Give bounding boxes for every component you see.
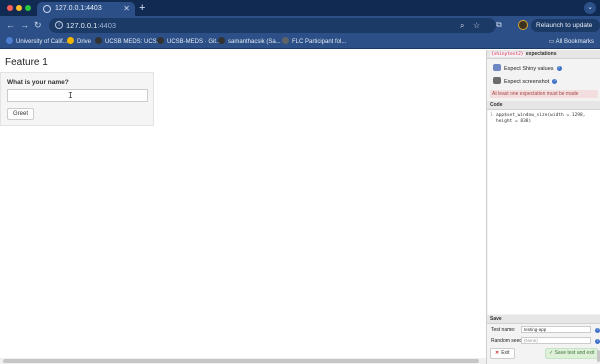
horizontal-scrollbar[interactable] <box>0 358 486 364</box>
expect-values-button[interactable]: Expect Shiny values? <box>493 64 562 74</box>
new-tab-button[interactable]: + <box>139 0 145 16</box>
tab-close-icon[interactable]: ✕ <box>123 2 130 16</box>
help-icon[interactable]: ? <box>556 66 562 71</box>
bookmark-label: UCSB MEDS: UCS... <box>105 39 162 45</box>
folder-icon: ▭ <box>548 39 556 45</box>
test-name-row: Test name: testing-app ? <box>491 326 600 335</box>
test-name-label: Test name: <box>491 327 516 333</box>
random-seed-label: Random seed: <box>491 338 524 344</box>
bookmark-label: University of Calif... <box>16 39 68 45</box>
page-title: Feature 1 <box>5 57 48 68</box>
name-label: What is your name? <box>7 79 69 86</box>
reload-icon[interactable]: ↻ <box>34 19 42 31</box>
all-bookmarks-button[interactable]: ▭ All Bookmarks <box>549 35 594 49</box>
minimize-window-button[interactable] <box>16 5 22 11</box>
github-favicon-icon <box>95 37 102 44</box>
maximize-window-button[interactable] <box>25 5 31 11</box>
close-icon: ✕ <box>495 350 500 356</box>
code-editor[interactable]: 1 app$set_window_size(width = 1298, heig… <box>488 110 600 314</box>
tab-search-chevron-icon[interactable]: ⌄ <box>584 2 596 14</box>
expect-values-label: Expect Shiny values <box>504 66 554 72</box>
zoom-search-icon[interactable]: ⌕ <box>460 18 464 33</box>
back-arrow-icon[interactable]: ← <box>6 19 15 31</box>
help-icon[interactable]: ? <box>595 328 600 333</box>
bookmark-item[interactable]: FLC Participant fol... <box>282 35 346 49</box>
folder-icon <box>282 37 289 44</box>
help-icon[interactable]: ? <box>552 79 558 84</box>
profile-avatar[interactable] <box>518 20 528 30</box>
url-text[interactable]: 127.0.0.1:4403 <box>66 18 116 33</box>
relaunch-update-button[interactable]: Relaunch to update ⋮ <box>531 19 600 42</box>
exit-label: Exit <box>501 350 510 356</box>
bookmark-item[interactable]: University of Calif... <box>6 35 68 49</box>
save-header: Save <box>487 315 600 324</box>
expectations-header-label: expectations <box>525 51 557 57</box>
bookmark-star-icon[interactable]: ☆ <box>473 18 480 33</box>
values-icon <box>493 64 501 71</box>
bookmark-item[interactable]: UCSB-MEDS · Git... <box>157 35 221 49</box>
save-exit-label: Save test and exit <box>554 350 595 356</box>
input-panel: What is your name? I Greet <box>0 72 154 126</box>
relaunch-label: Relaunch to update <box>536 22 593 29</box>
university-favicon-icon <box>6 37 13 44</box>
expectations-header: {shinytest2} expectations <box>487 50 600 59</box>
bookmark-label: Drive <box>77 39 92 45</box>
code-line-number: 1 <box>490 113 493 118</box>
bookmarks-bar: University of Calif... Drive UCSB MEDS: … <box>0 35 600 49</box>
browser-tab-bar: 127.0.0.1:4403 ✕ + ⌄ <box>0 0 600 16</box>
github-favicon-icon <box>157 37 164 44</box>
all-bookmarks-label: All Bookmarks <box>555 39 594 45</box>
exit-button[interactable]: ✕ Exit <box>490 348 515 359</box>
bookmark-label: samanthacsik (Sa... <box>228 39 281 45</box>
bookmark-item[interactable]: UCSB MEDS: UCS... <box>95 35 162 49</box>
package-tag: {shinytest2} <box>490 52 525 57</box>
browser-toolbar: ← → ↻ i 127.0.0.1:4403 ⌕ ☆ ⧉ Relaunch to… <box>0 16 600 42</box>
scrollbar-thumb[interactable] <box>3 359 479 363</box>
greet-button[interactable]: Greet <box>7 108 35 120</box>
text-cursor-icon: I <box>68 91 73 100</box>
bookmark-label: FLC Participant fol... <box>292 39 347 45</box>
expectation-warning: At least one expectation must be made <box>490 90 598 98</box>
browser-tab[interactable]: 127.0.0.1:4403 ✕ <box>37 2 135 16</box>
save-test-exit-button[interactable]: ✓ Save test and exit <box>545 348 598 359</box>
app-viewport: Feature 1 What is your name? I Greet <box>0 50 486 358</box>
bookmark-label: UCSB-MEDS · Git... <box>167 39 222 45</box>
random-seed-row: Random seed: (None) ? <box>491 337 600 346</box>
github-favicon-icon <box>218 37 225 44</box>
forward-arrow-icon[interactable]: → <box>20 19 29 31</box>
url-port: :4403 <box>97 21 117 30</box>
bookmark-item[interactable]: samanthacsik (Sa... <box>218 35 281 49</box>
code-text: app$set_window_size(width = 1298, height… <box>496 113 586 124</box>
test-name-input[interactable]: testing-app <box>521 326 591 333</box>
expect-screenshot-label: Expect screenshot <box>504 79 550 85</box>
site-info-icon[interactable]: i <box>55 21 63 29</box>
random-seed-input[interactable]: (None) <box>521 337 591 344</box>
globe-icon <box>43 5 51 13</box>
camera-icon <box>493 77 501 84</box>
address-bar[interactable]: i 127.0.0.1:4403 ⌕ ☆ <box>49 18 496 33</box>
drive-favicon-icon <box>67 37 74 44</box>
bookmark-item[interactable]: Drive <box>67 35 91 49</box>
expect-screenshot-button[interactable]: Expect screenshot? <box>493 77 558 87</box>
url-host: 127.0.0.1 <box>66 21 98 30</box>
shinytest2-panel: {shinytest2} expectations Expect Shiny v… <box>486 50 600 364</box>
tab-title: 127.0.0.1:4403 <box>55 5 102 12</box>
close-window-button[interactable] <box>7 5 13 11</box>
name-input[interactable] <box>7 89 148 102</box>
help-icon[interactable]: ? <box>595 339 600 344</box>
extensions-puzzle-icon[interactable]: ⧉ <box>496 20 502 30</box>
code-header: Code <box>487 101 600 110</box>
